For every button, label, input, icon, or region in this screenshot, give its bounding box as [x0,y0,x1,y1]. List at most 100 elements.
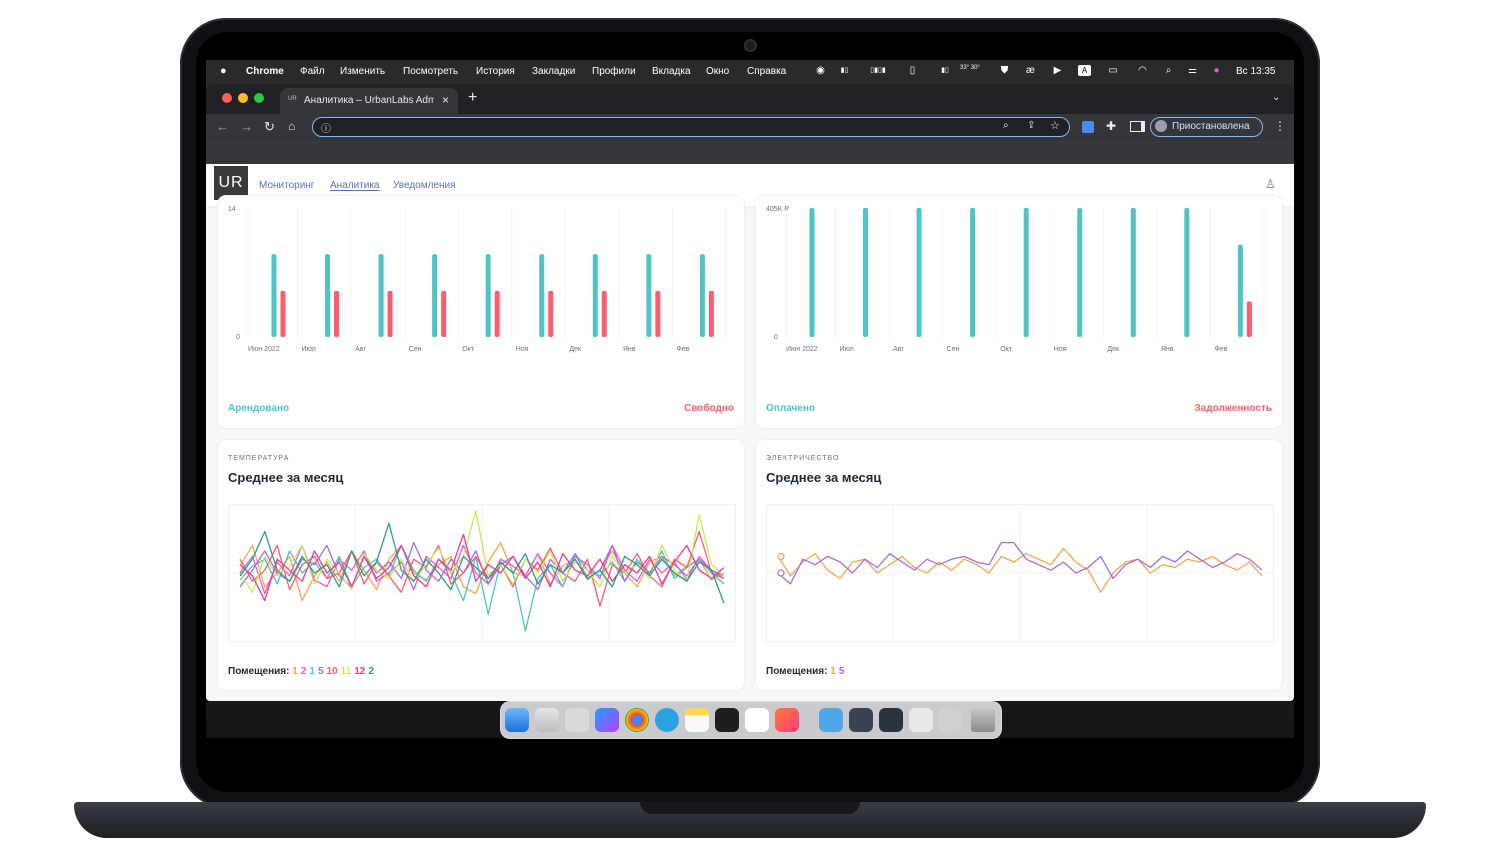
bar [387,290,393,337]
legend-paid: Оплачено [766,403,815,414]
legend-rented: Арендовано [228,403,290,414]
reload-icon[interactable]: ↻ [264,119,275,135]
forward-arrow-icon[interactable]: → [240,119,253,134]
room-number[interactable]: 1 [292,666,298,677]
zoom-window-button[interactable] [254,93,264,103]
room-number[interactable]: 5 [318,666,324,677]
launchpad-icon[interactable] [535,708,559,732]
siri-icon[interactable]: ● [1210,65,1223,76]
chrome-icon[interactable] [625,708,649,732]
room-number[interactable]: 2 [368,666,374,677]
menu-clock[interactable]: Вс 13:35 [1236,66,1275,77]
tab-close-icon[interactable]: × [442,93,449,107]
close-window-button[interactable] [222,93,232,103]
nav-notifications[interactable]: Уведомления [393,180,456,191]
weather-readout[interactable]: 33° 30° [960,65,982,71]
window-thumbnail-icon[interactable] [939,708,963,732]
room-number[interactable]: 1 [830,666,836,677]
menu-file[interactable]: Файл [300,66,325,77]
search-icon[interactable]: ⌕ [1162,65,1175,76]
disk-meter-icon[interactable]: ▮▯ [934,65,956,76]
room-number[interactable]: 2 [301,666,307,677]
menu-help[interactable]: Справка [747,66,786,77]
x-tick-label: Июл [840,346,854,353]
finder-icon[interactable] [505,708,529,732]
series-marker [777,569,785,577]
bar [699,254,705,337]
bar [592,254,598,337]
app-logo[interactable]: UR [214,166,248,200]
menu-history[interactable]: История [476,66,515,77]
site-info-icon[interactable]: ⓘ [321,120,331,135]
bar [601,290,607,337]
slack-icon[interactable] [745,708,769,732]
kebab-menu-icon[interactable]: ⋮ [1274,119,1286,133]
window-thumbnail-icon[interactable] [879,708,903,732]
tab-analytics[interactable]: UR Аналитика – UrbanLabs Admi × [280,88,458,114]
bookmark-star-icon[interactable]: ☆ [1050,119,1060,132]
zoom-icon[interactable]: ⌕ [1003,120,1009,131]
translate-extension-icon[interactable] [1082,121,1094,133]
room-number[interactable]: 5 [839,666,845,677]
telegram-icon[interactable] [655,708,679,732]
electricity-chart [766,504,1274,642]
terminal-icon[interactable] [715,708,739,732]
shield-icon[interactable]: ⛊ [998,65,1011,76]
trash-icon[interactable] [971,708,995,732]
wifi-icon[interactable]: ◠ [1136,65,1149,76]
control-center-icon[interactable]: ⚌ [1186,65,1199,76]
x-tick-label: Ноя [1054,346,1067,353]
menu-bookmarks[interactable]: Закладки [532,66,575,77]
keyboard-layout-icon[interactable]: A [1078,65,1091,76]
battery-icon[interactable]: ▭ [1104,65,1122,76]
minimize-window-button[interactable] [238,93,248,103]
menu-app-name[interactable]: Chrome [246,66,284,77]
bar [378,254,384,337]
share-icon[interactable]: ⇪ [1027,120,1035,131]
bar [539,254,545,337]
user-icon[interactable]: ♙ [1265,177,1276,191]
x-tick-label: Авг [355,346,366,353]
menu-window[interactable]: Окно [706,66,729,77]
bar [708,290,714,337]
new-tab-button[interactable]: + [468,90,477,106]
memory-meter-icon[interactable]: ▯▮▯▮ [862,65,894,76]
room-number[interactable]: 1 [309,666,315,677]
home-icon[interactable]: ⌂ [288,119,295,133]
payments-chart: 405K ₽0Июн 2022 Июл Авг Сен Окт Ноя Дек Янв Фев [766,205,1265,353]
cpu-meter-icon[interactable]: ▮▯ [838,65,851,76]
room-number[interactable]: 10 [327,666,338,677]
occupancy-card: 14 0 Июн 2022 Июл Авг Сен Окт Ноя Дек Янв Фев Арен… [218,196,744,428]
room-number[interactable]: 11 [341,666,352,677]
menu-tab[interactable]: Вкладка [652,66,691,77]
extensions-puzzle-icon[interactable]: ✚ [1106,119,1116,133]
back-arrow-icon[interactable]: ← [216,119,229,134]
x-tick-label: Фев [1214,346,1227,353]
folder-icon[interactable] [819,708,843,732]
bar [809,208,815,337]
play-icon[interactable]: ▶ [1051,65,1064,76]
ae-icon[interactable]: æ [1024,65,1037,76]
sensor-icon[interactable]: ▯ [906,65,919,76]
nav-analytics[interactable]: Аналитика [330,180,380,191]
webstorm-icon[interactable] [595,708,619,732]
dock [500,701,1002,739]
notes-icon[interactable] [685,708,709,732]
side-panel-icon[interactable] [1130,121,1145,132]
status-app-icon[interactable]: ◉ [814,65,827,76]
tab-search-chevron-icon[interactable]: ⌄ [1272,92,1280,103]
menu-profiles[interactable]: Профили [592,66,636,77]
address-bar[interactable]: ⓘ ⌕ ⇪ ☆ [312,117,1070,137]
room-number[interactable]: 12 [354,666,365,677]
menu-edit[interactable]: Изменить [340,66,385,77]
window-thumbnail-icon[interactable] [849,708,873,732]
menu-view[interactable]: Посмотреть [403,66,458,77]
screenshot-icon[interactable] [565,708,589,732]
profile-button[interactable]: Приостановлена [1150,117,1263,137]
figma-icon[interactable] [775,708,799,732]
window-thumbnail-icon[interactable] [909,708,933,732]
nav-monitoring[interactable]: Мониторинг [259,180,314,191]
apple-icon[interactable]: ● [220,65,227,77]
x-tick-label: Янв [1161,346,1174,353]
temperature-rooms: Помещения: 1 2 1 5 10 11 12 2 [228,666,377,677]
